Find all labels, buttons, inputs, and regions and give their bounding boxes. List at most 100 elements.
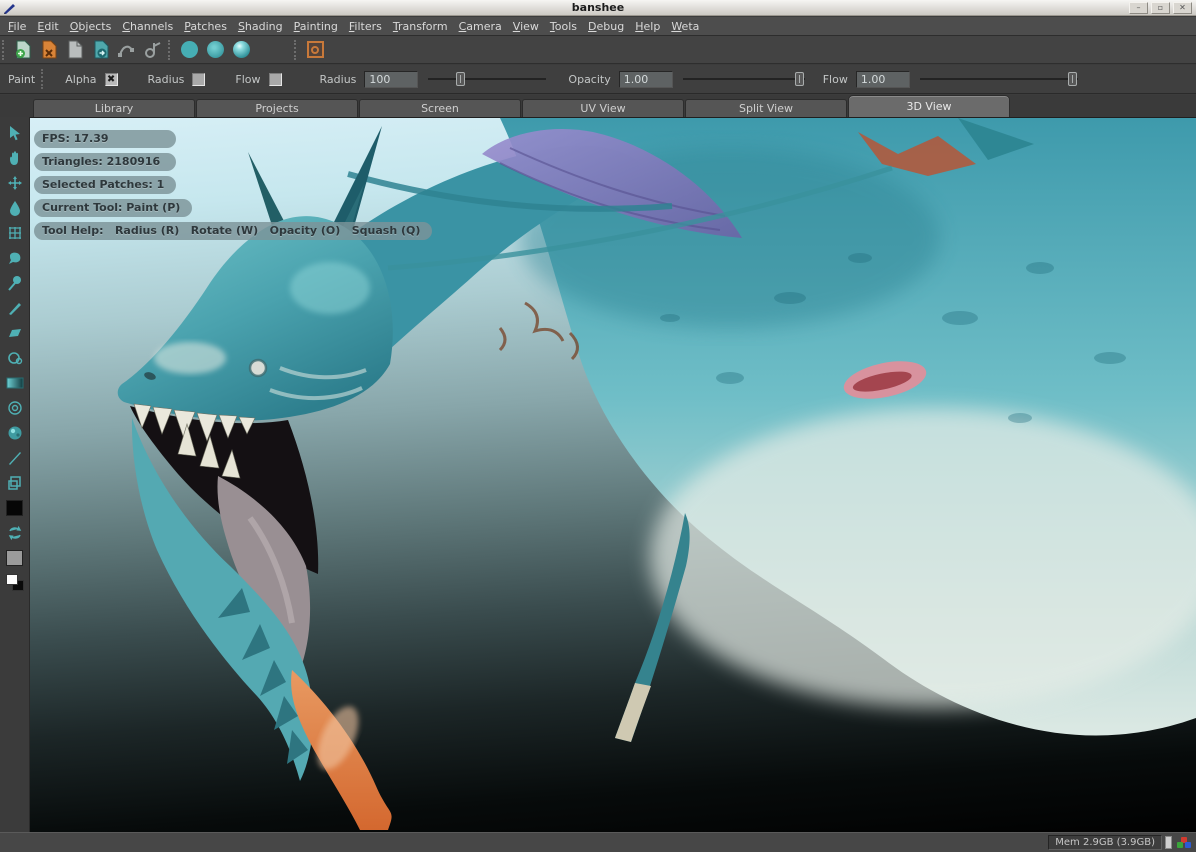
line-icon — [7, 450, 23, 466]
toolbar-handle[interactable] — [168, 40, 172, 60]
swap-arrows-icon — [7, 525, 23, 541]
opacity-slider-handle[interactable] — [795, 72, 804, 86]
swap-colors-button[interactable] — [3, 520, 27, 545]
close-button[interactable]: ✕ — [1173, 2, 1192, 14]
radius-toggle-checkbox[interactable] — [192, 73, 205, 86]
select-cursor-icon — [7, 125, 23, 141]
menu-patches[interactable]: Patches — [184, 20, 227, 33]
statusbar-grip[interactable] — [1165, 836, 1172, 849]
menu-camera[interactable]: Camera — [459, 20, 502, 33]
tab-library[interactable]: Library — [33, 99, 195, 117]
paintbar-handle[interactable] — [41, 69, 45, 89]
window-title: banshee — [0, 1, 1196, 14]
flow-toggle-label: Flow — [235, 73, 260, 86]
3d-viewport-canvas[interactable]: FPS: 17.39 Triangles: 2180916 Selected P… — [30, 117, 1196, 832]
memory-usage: Mem 2.9GB (3.9GB) — [1048, 835, 1162, 850]
opacity-input[interactable] — [619, 71, 673, 88]
flow-slider-handle[interactable] — [1068, 72, 1077, 86]
foreground-color-swatch[interactable] — [3, 495, 27, 520]
flow-toggle-checkbox[interactable] — [269, 73, 282, 86]
pan-tool-button[interactable] — [3, 145, 27, 170]
select-tool-button[interactable] — [3, 120, 27, 145]
main-toolbar — [0, 36, 1196, 64]
menu-objects[interactable]: Objects — [70, 20, 112, 33]
paint-properties-bar: Paint Alpha ✖ Radius Flow Radius Opacity… — [0, 65, 1196, 94]
move-tool-button[interactable] — [3, 170, 27, 195]
window-titlebar: banshee – ▫ ✕ — [0, 0, 1196, 16]
open-project-icon — [67, 40, 84, 59]
menu-file[interactable]: File — [8, 20, 26, 33]
sphere-paint-tool-button[interactable] — [3, 420, 27, 445]
smear-tool-button[interactable] — [3, 245, 27, 270]
alpha-checkbox[interactable]: ✖ — [105, 73, 118, 86]
line-tool-button[interactable] — [3, 445, 27, 470]
menu-tools[interactable]: Tools — [550, 20, 577, 33]
projection-icon — [307, 41, 324, 58]
radius-slider-handle[interactable] — [456, 72, 465, 86]
menu-view[interactable]: View — [513, 20, 539, 33]
menu-shading[interactable]: Shading — [238, 20, 283, 33]
radius-label: Radius — [320, 73, 357, 86]
menu-edit[interactable]: Edit — [37, 20, 58, 33]
path-tool-button[interactable] — [114, 38, 140, 62]
menu-weta[interactable]: Weta — [671, 20, 699, 33]
pin-tool-button[interactable] — [3, 270, 27, 295]
move-arrows-icon — [7, 175, 23, 191]
menu-help[interactable]: Help — [635, 20, 660, 33]
close-project-button[interactable] — [36, 38, 62, 62]
textured-sphere-icon — [7, 425, 23, 441]
flow-input[interactable] — [856, 71, 910, 88]
view-tabbar: Library Projects Screen UV View Split Vi… — [0, 95, 1196, 117]
clone-tool-button[interactable] — [3, 345, 27, 370]
flat-shading-button[interactable] — [176, 38, 202, 62]
tab-3d-view[interactable]: 3D View — [848, 95, 1010, 117]
toolbar-handle[interactable] — [2, 40, 6, 60]
brush-tool-button[interactable] — [3, 295, 27, 320]
background-color-swatch[interactable] — [3, 545, 27, 570]
main-area: FPS: 17.39 Triangles: 2180916 Selected P… — [0, 117, 1196, 832]
flow-slider[interactable] — [920, 72, 1078, 86]
menu-filters[interactable]: Filters — [349, 20, 382, 33]
clone-stamp-icon — [7, 350, 23, 366]
hand-icon — [7, 150, 23, 166]
import-project-button[interactable] — [88, 38, 114, 62]
status-bar: Mem 2.9GB (3.9GB) — [0, 832, 1196, 852]
full-shading-button[interactable] — [228, 38, 254, 62]
hud-current-tool: Current Tool: Paint (P) — [34, 199, 192, 217]
menu-painting[interactable]: Painting — [294, 20, 338, 33]
reset-colors-button[interactable] — [3, 570, 27, 595]
radius-input[interactable] — [364, 71, 418, 88]
opacity-slider[interactable] — [683, 72, 805, 86]
open-project-button[interactable] — [62, 38, 88, 62]
menu-channels[interactable]: Channels — [122, 20, 173, 33]
menu-transform[interactable]: Transform — [393, 20, 448, 33]
new-project-button[interactable] — [10, 38, 36, 62]
mesh-tool-button[interactable] — [3, 220, 27, 245]
tab-projects[interactable]: Projects — [196, 99, 358, 117]
radius-slider[interactable] — [428, 72, 546, 86]
opacity-label: Opacity — [568, 73, 610, 86]
drop-tool-button[interactable] — [3, 195, 27, 220]
menu-debug[interactable]: Debug — [588, 20, 624, 33]
mesh-grid-icon — [7, 225, 23, 241]
tab-split-view[interactable]: Split View — [685, 99, 847, 117]
concentric-circles-icon — [7, 400, 23, 416]
circle-select-tool-button[interactable] — [3, 395, 27, 420]
eraser-tool-button[interactable] — [3, 320, 27, 345]
basic-shading-button[interactable] — [202, 38, 228, 62]
radius-toggle-label: Radius — [148, 73, 185, 86]
background-color-icon — [6, 550, 23, 566]
alpha-label: Alpha — [65, 73, 96, 86]
gradient-tool-button[interactable] — [3, 370, 27, 395]
maximize-button[interactable]: ▫ — [1151, 2, 1170, 14]
projection-mode-button[interactable] — [302, 38, 328, 62]
graph-tool-icon — [143, 41, 163, 59]
path-tool-icon — [117, 41, 137, 59]
minimize-button[interactable]: – — [1129, 2, 1148, 14]
copy-patch-tool-button[interactable] — [3, 470, 27, 495]
toolbar-handle[interactable] — [294, 40, 298, 60]
tab-uv-view[interactable]: UV View — [522, 99, 684, 117]
tab-screen[interactable]: Screen — [359, 99, 521, 117]
color-manager-icon[interactable] — [1177, 837, 1191, 848]
graph-tool-button[interactable] — [140, 38, 166, 62]
